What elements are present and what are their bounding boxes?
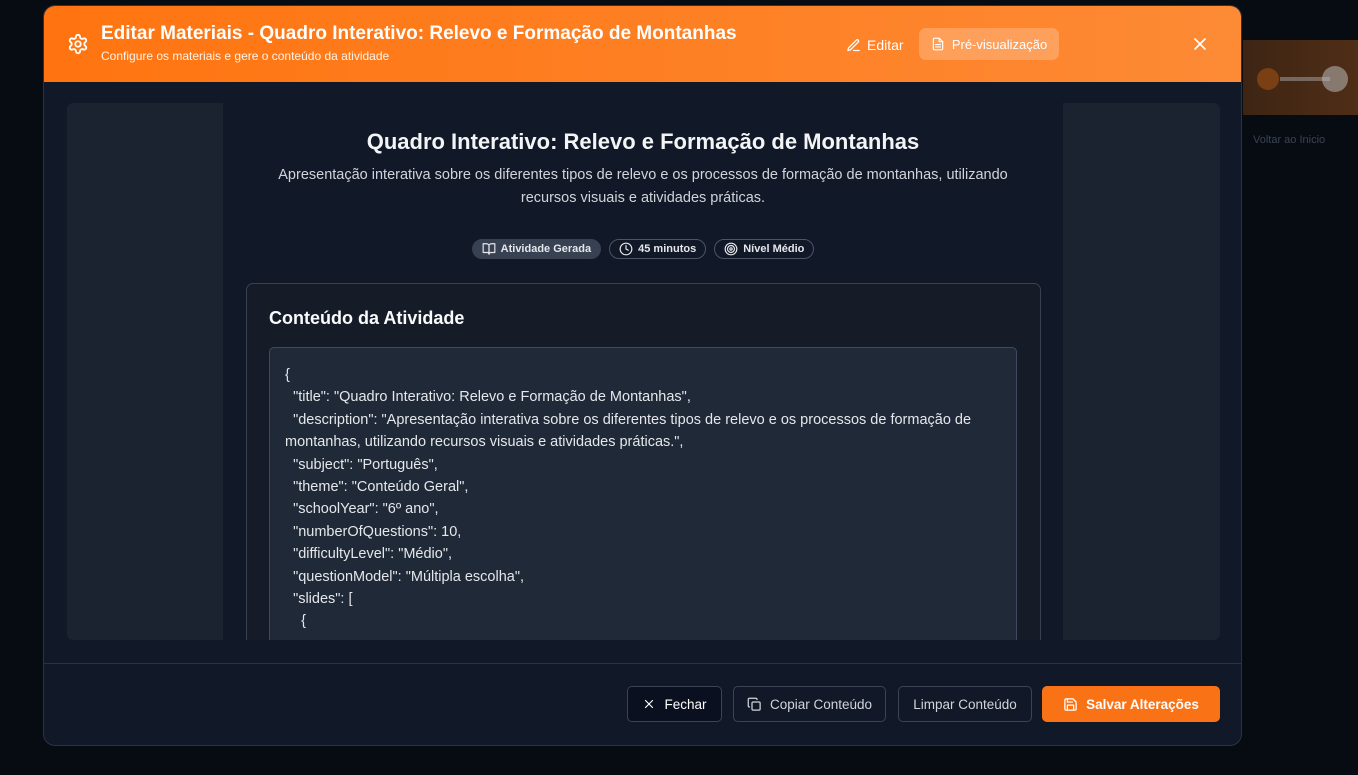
target-icon	[724, 242, 738, 256]
background-ghost-text: Voltar ao Inicio	[1253, 134, 1326, 146]
preview-panel: Quadro Interativo: Relevo e Formação de …	[67, 103, 1220, 640]
preview-mode-button[interactable]: Pré-visualização	[919, 28, 1059, 60]
content-editor[interactable]: { "title": "Quadro Interativo: Relevo e …	[269, 347, 1017, 640]
badge-label: 45 minutos	[638, 243, 697, 255]
preview-mode-label: Pré-visualização	[951, 36, 1048, 52]
document-icon	[931, 37, 945, 51]
copy-content-label: Copiar Conteúdo	[769, 696, 873, 712]
gear-icon	[67, 33, 89, 55]
badge-generated: Atividade Gerada	[471, 239, 602, 259]
badge-label: Atividade Gerada	[500, 243, 592, 255]
close-button-label: Fechar	[664, 696, 707, 712]
edit-mode-button[interactable]: Editar	[838, 30, 912, 60]
clear-content-button[interactable]: Limpar Conteúdo	[898, 686, 1032, 722]
book-icon	[482, 242, 496, 256]
modal-title: Editar Materiais - Quadro Interativo: Re…	[101, 23, 737, 44]
save-icon	[1063, 697, 1078, 712]
close-icon	[642, 697, 656, 711]
modal-header: Editar Materiais - Quadro Interativo: Re…	[44, 6, 1241, 82]
content-card-title: Conteúdo da Atividade	[269, 308, 465, 328]
badge-label: Nível Médio	[743, 243, 805, 255]
copy-icon	[747, 697, 762, 712]
close-button[interactable]: Fechar	[627, 686, 722, 722]
background-step-dot	[1257, 68, 1279, 90]
footer-divider	[44, 663, 1241, 664]
pencil-icon	[846, 38, 861, 53]
activity-title: Quadro Interativo: Relevo e Formação de …	[366, 129, 920, 154]
clock-icon	[619, 242, 633, 256]
activity-document: Quadro Interativo: Relevo e Formação de …	[223, 103, 1063, 640]
activity-description: Apresentação interativa sobre os diferen…	[278, 167, 1008, 206]
content-card: Conteúdo da Atividade { "title": "Quadro…	[246, 283, 1041, 640]
activity-badges: Atividade Gerada 45 minutos Nível Médio	[223, 239, 1063, 259]
badge-level: Nível Médio	[714, 239, 815, 259]
save-changes-label: Salvar Alterações	[1086, 696, 1199, 712]
close-icon[interactable]	[1190, 34, 1210, 54]
modal-subtitle: Configure os materiais e gere o conteúdo…	[101, 49, 390, 63]
badge-duration: 45 minutos	[609, 239, 707, 259]
edit-materials-modal: Editar Materiais - Quadro Interativo: Re…	[43, 5, 1242, 746]
edit-mode-label: Editar	[867, 37, 904, 53]
save-changes-button[interactable]: Salvar Alterações	[1042, 686, 1220, 722]
copy-content-button[interactable]: Copiar Conteúdo	[733, 686, 886, 722]
clear-content-label: Limpar Conteúdo	[913, 696, 1017, 712]
background-step-dot	[1322, 66, 1348, 92]
